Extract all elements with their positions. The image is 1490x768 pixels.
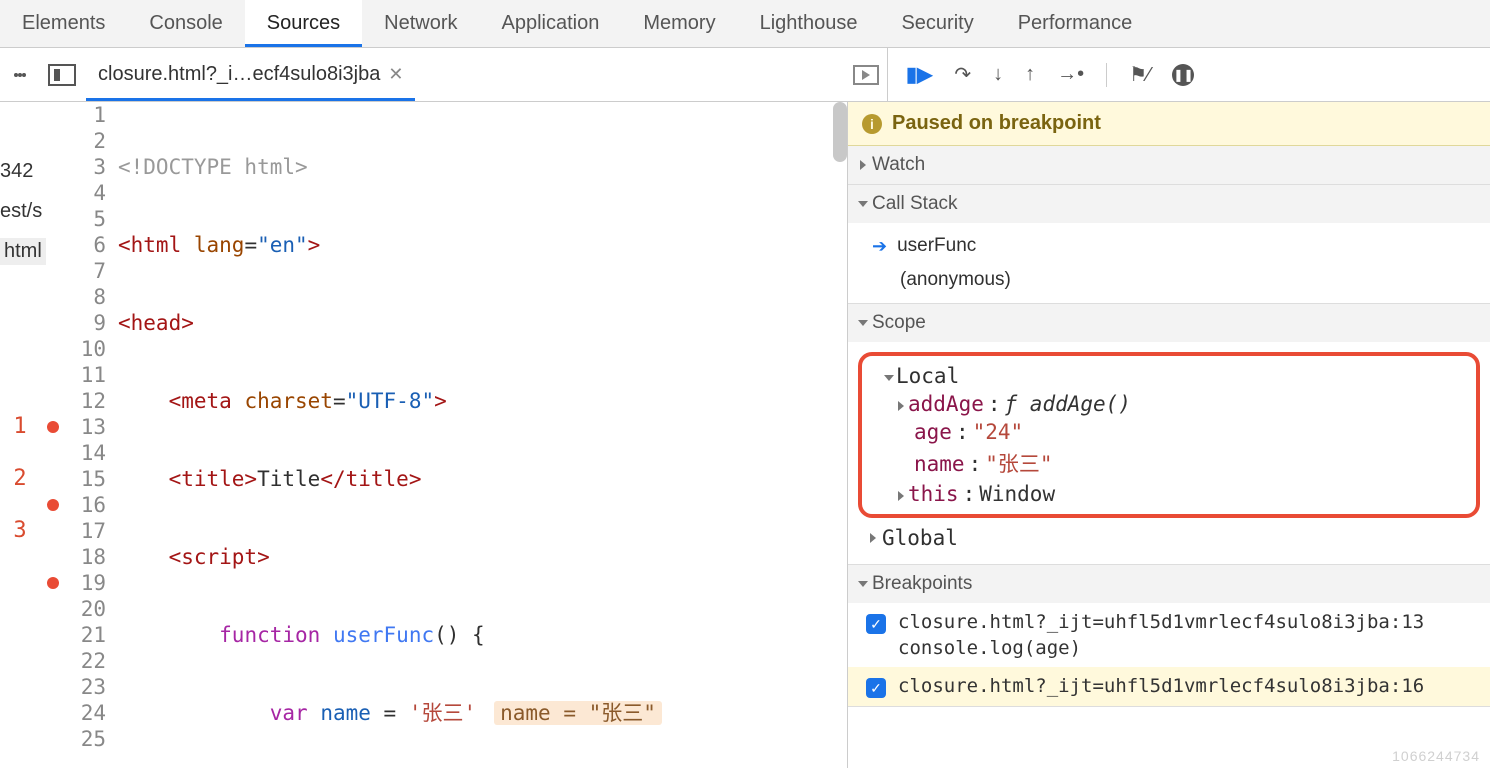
prop-name: this bbox=[908, 482, 959, 506]
deactivate-breakpoints-icon[interactable]: ⚑⁄ bbox=[1129, 62, 1150, 87]
sources-toolbar: closure.html?_i…ecf4sulo8i3jba ✕ bbox=[40, 48, 888, 101]
current-frame-icon: ➔ bbox=[872, 236, 887, 257]
run-snippet-icon[interactable] bbox=[853, 65, 879, 85]
scope-property[interactable]: this: Window bbox=[870, 480, 1468, 508]
watch-header[interactable]: Watch bbox=[848, 146, 1490, 184]
step-over-icon[interactable]: ↷ bbox=[954, 62, 971, 87]
breakpoint-marker-icon[interactable] bbox=[47, 499, 59, 511]
pause-on-exceptions-icon[interactable]: ❚❚ bbox=[1172, 64, 1194, 86]
open-file-name: closure.html?_i…ecf4sulo8i3jba bbox=[98, 63, 380, 86]
annotation-3: 3 bbox=[0, 518, 40, 544]
line-number-gutter[interactable]: 1234567891011121314151617181920212223242… bbox=[66, 102, 114, 768]
scope-header[interactable]: Scope bbox=[848, 304, 1490, 342]
scope-global-header[interactable]: Global bbox=[848, 522, 1490, 558]
inline-value-hint: name = "张三" bbox=[494, 701, 662, 725]
paused-banner: i Paused on breakpoint bbox=[848, 102, 1490, 146]
breakpoints-header[interactable]: Breakpoints bbox=[848, 565, 1490, 603]
callstack-frame[interactable]: ➔ userFunc bbox=[848, 229, 1490, 263]
debugger-sidebar: i Paused on breakpoint Watch Call Stack … bbox=[848, 102, 1490, 768]
breakpoint-entry[interactable]: ✓ closure.html?_ijt=uhfl5d1vmrlecf4sulo8… bbox=[848, 667, 1490, 706]
prop-value: "张三" bbox=[985, 448, 1052, 478]
tab-security[interactable]: Security bbox=[879, 0, 995, 47]
main-content: 1 2 3 1234567891011121314151617181920212… bbox=[0, 102, 1490, 768]
breakpoint-gutter[interactable] bbox=[40, 102, 66, 768]
breakpoint-entry[interactable]: ✓ closure.html?_ijt=uhfl5d1vmrlecf4sulo8… bbox=[848, 603, 1490, 667]
more-options-button[interactable] bbox=[0, 48, 40, 101]
frame-name: userFunc bbox=[897, 235, 976, 257]
prop-value: "24" bbox=[973, 420, 1024, 444]
disclosure-triangle-icon bbox=[898, 401, 904, 411]
callstack-label: Call Stack bbox=[872, 193, 958, 215]
source-text[interactable]: <!DOCTYPE html> <html lang="en"> <head> … bbox=[114, 102, 847, 768]
disclosure-triangle-icon bbox=[870, 533, 876, 543]
scope-global-label: Global bbox=[882, 526, 958, 550]
info-icon: i bbox=[862, 114, 882, 134]
breakpoint-location: closure.html?_ijt=uhfl5d1vmrlecf4sulo8i3… bbox=[898, 675, 1424, 697]
breakpoint-snippet: console.log(age) bbox=[898, 633, 1424, 659]
disclosure-triangle-icon bbox=[858, 320, 868, 326]
breakpoint-marker-icon[interactable] bbox=[47, 577, 59, 589]
breakpoint-location: closure.html?_ijt=uhfl5d1vmrlecf4sulo8i3… bbox=[898, 611, 1424, 633]
prop-name: addAge bbox=[908, 392, 984, 416]
disclosure-triangle-icon bbox=[860, 160, 866, 170]
watch-label: Watch bbox=[872, 154, 925, 176]
disclosure-triangle-icon bbox=[858, 581, 868, 587]
watermark: 1066244734 bbox=[1392, 748, 1480, 764]
debugger-toolbar: ▮▶ ↷ ↓ ↑ →• ⚑⁄ ❚❚ bbox=[888, 48, 1490, 101]
tab-network[interactable]: Network bbox=[362, 0, 479, 47]
cropped-text: est/s bbox=[0, 200, 42, 223]
breakpoints-section: Breakpoints ✓ closure.html?_ijt=uhfl5d1v… bbox=[848, 565, 1490, 707]
breakpoint-marker-icon[interactable] bbox=[47, 421, 59, 433]
scope-local-label: Local bbox=[896, 364, 959, 388]
tab-console[interactable]: Console bbox=[127, 0, 244, 47]
scope-local-header[interactable]: Local bbox=[870, 362, 1468, 390]
prop-name: name bbox=[914, 452, 965, 476]
step-icon[interactable]: →• bbox=[1057, 63, 1084, 86]
callstack-section: Call Stack ➔ userFunc (anonymous) bbox=[848, 185, 1490, 304]
annotation-1: 1 bbox=[0, 414, 40, 440]
tab-sources[interactable]: Sources bbox=[245, 0, 362, 47]
prop-value: Window bbox=[979, 482, 1055, 506]
watch-section: Watch bbox=[848, 146, 1490, 185]
tab-elements[interactable]: Elements bbox=[0, 0, 127, 47]
devtools-top-tabs: Elements Console Sources Network Applica… bbox=[0, 0, 1490, 48]
source-editor[interactable]: 1234567891011121314151617181920212223242… bbox=[40, 102, 848, 768]
toolbar-separator bbox=[1106, 63, 1107, 87]
step-into-icon[interactable]: ↓ bbox=[993, 63, 1003, 86]
toolbar-row: closure.html?_i…ecf4sulo8i3jba ✕ ▮▶ ↷ ↓ … bbox=[0, 48, 1490, 102]
step-out-icon[interactable]: ↑ bbox=[1025, 63, 1035, 86]
tab-performance[interactable]: Performance bbox=[996, 0, 1155, 47]
breakpoints-label: Breakpoints bbox=[872, 573, 972, 595]
tab-application[interactable]: Application bbox=[480, 0, 622, 47]
prop-name: age bbox=[914, 420, 952, 444]
breakpoint-checkbox[interactable]: ✓ bbox=[866, 678, 886, 698]
scope-label: Scope bbox=[872, 312, 926, 334]
breakpoint-checkbox[interactable]: ✓ bbox=[866, 614, 886, 634]
callstack-header[interactable]: Call Stack bbox=[848, 185, 1490, 223]
tab-lighthouse[interactable]: Lighthouse bbox=[738, 0, 880, 47]
callstack-frame[interactable]: (anonymous) bbox=[848, 263, 1490, 297]
show-navigator-icon[interactable] bbox=[48, 64, 76, 86]
resume-icon[interactable]: ▮▶ bbox=[906, 62, 932, 87]
disclosure-triangle-icon bbox=[858, 201, 868, 207]
disclosure-triangle-icon bbox=[898, 491, 904, 501]
frame-name: (anonymous) bbox=[900, 269, 1011, 291]
scope-property[interactable]: addAge: ƒ addAge() bbox=[870, 390, 1468, 418]
close-file-icon[interactable]: ✕ bbox=[388, 64, 403, 85]
tab-memory[interactable]: Memory bbox=[621, 0, 737, 47]
annotation-2: 2 bbox=[0, 466, 40, 492]
open-file-tab[interactable]: closure.html?_i…ecf4sulo8i3jba ✕ bbox=[86, 48, 415, 101]
disclosure-triangle-icon bbox=[884, 375, 894, 381]
scrollbar-thumb[interactable] bbox=[833, 102, 847, 162]
scope-highlight-box: Local addAge: ƒ addAge() age: "24" bbox=[858, 352, 1480, 518]
cropped-text: html bbox=[0, 238, 46, 265]
cropped-text: 342 bbox=[0, 160, 33, 183]
paused-message: Paused on breakpoint bbox=[892, 112, 1101, 135]
scope-property[interactable]: age: "24" bbox=[870, 418, 1468, 446]
scope-property[interactable]: name: "张三" bbox=[870, 446, 1468, 480]
scope-section: Scope Local addAge: ƒ addAge() age: bbox=[848, 304, 1490, 565]
